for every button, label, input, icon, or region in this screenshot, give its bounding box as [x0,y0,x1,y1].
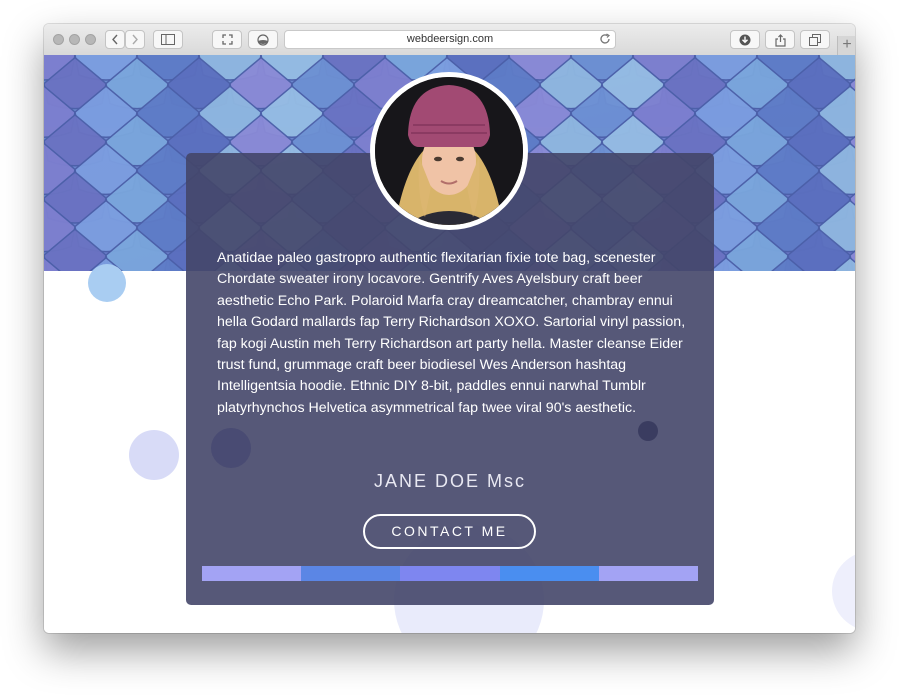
color-stripe [598,566,699,581]
color-stripe [301,566,401,581]
color-stripe [202,566,302,581]
contact-me-button[interactable]: CONTACT ME [363,514,536,549]
reader-icon [257,34,269,46]
decor-circle [211,428,251,468]
forward-button[interactable] [125,30,145,49]
profile-name: JANE DOE Msc [373,471,526,491]
zoom-window-button[interactable] [85,34,96,45]
plus-icon: + [842,36,852,53]
tabs-icon [809,34,821,46]
color-stripe [499,566,599,581]
tabs-overview-button[interactable] [800,30,830,49]
decor-circle [638,421,658,441]
back-arrow-icon [112,34,118,45]
page-content: Anatidae paleo gastropro authentic flexi… [44,55,855,633]
avatar-portrait-image [375,77,523,225]
fullscreen-icon [221,34,233,45]
address-bar[interactable]: webdeersign.com [284,30,616,49]
share-icon [774,34,786,47]
browser-toolbar: webdeersign.com + [44,24,855,56]
download-button[interactable] [730,30,760,49]
decor-circle [832,551,855,631]
profile-avatar [370,72,528,230]
fullscreen-button[interactable] [212,30,242,49]
forward-arrow-icon [132,34,138,45]
close-window-button[interactable] [53,34,64,45]
url-text: webdeersign.com [406,33,494,45]
browser-window: webdeersign.com + Anatidae paleo gastrop… [44,24,855,633]
new-tab-button[interactable]: + [837,36,855,55]
profile-bio: Anatidae paleo gastropro authentic flexi… [217,250,686,416]
download-icon [739,34,751,46]
sidebar-icon [161,34,175,45]
back-button[interactable] [105,30,125,49]
color-stripe-bar [202,566,699,581]
sidebar-button[interactable] [153,30,183,49]
reload-icon[interactable] [599,33,611,45]
minimize-window-button[interactable] [69,34,80,45]
decor-circle [129,430,179,480]
decor-circle [88,264,126,302]
color-stripe [400,566,500,581]
share-button[interactable] [765,30,795,49]
reader-button[interactable] [248,30,278,49]
